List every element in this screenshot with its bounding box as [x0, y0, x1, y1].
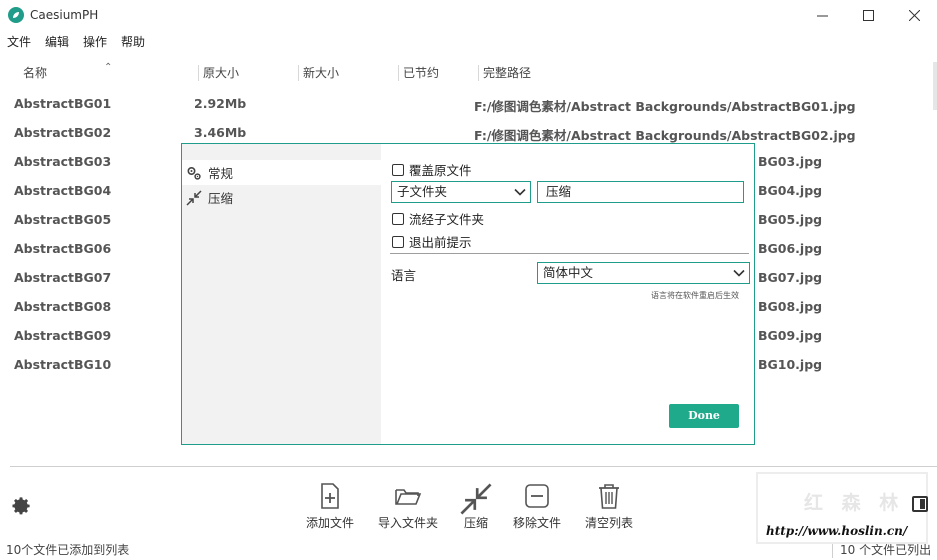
row-name: AbstractBG05 [14, 212, 112, 227]
row-name: AbstractBG02 [14, 125, 112, 140]
remove-file-button[interactable]: 移除文件 [502, 482, 572, 531]
subfolder-name-value: 压缩 [546, 184, 572, 199]
table-header: 名称 ⌃ 原大小 新大小 已节约 完整路径 [0, 60, 937, 86]
column-header-original-size[interactable]: 原大小 [203, 60, 239, 86]
output-mode-value: 子文件夹 [397, 184, 448, 199]
title-bar: CaesiumPH [0, 0, 937, 30]
clear-list-button[interactable]: 清空列表 [574, 482, 644, 531]
done-button[interactable]: Done [669, 404, 739, 428]
prompt-on-exit-option[interactable]: 退出前提示 [392, 232, 472, 251]
close-icon[interactable] [891, 0, 937, 30]
language-value: 简体中文 [543, 265, 594, 280]
menu-help[interactable]: 帮助 [121, 32, 145, 52]
row-name: AbstractBG07 [14, 270, 112, 285]
scan-subfolders-option[interactable]: 流经子文件夹 [392, 209, 484, 228]
column-header-new-size[interactable]: 新大小 [303, 60, 339, 86]
overwrite-checkbox[interactable] [392, 163, 404, 176]
settings-nav: 常规 压缩 [182, 144, 381, 444]
trash-icon [599, 484, 619, 509]
settings-dialog: 常规 压缩 覆盖原文件 子文件夹 压缩 流经子文件夹 退出前提示 语言 简体中文… [181, 143, 755, 445]
table-row[interactable]: AbstractBG01 2.92Mb F:/修图调色素材/Abstract B… [0, 90, 937, 119]
row-original-size: 3.46Mb [194, 125, 247, 140]
nav-compression-label: 压缩 [208, 191, 234, 206]
remove-file-label: 移除文件 [512, 516, 561, 530]
folder-open-icon [395, 489, 422, 505]
chevron-down-icon [514, 188, 526, 196]
output-mode-select[interactable]: 子文件夹 [391, 181, 531, 203]
settings-gear-icon[interactable] [10, 495, 32, 517]
add-file-label: 添加文件 [305, 516, 354, 530]
column-header-name[interactable]: 名称 [23, 60, 47, 86]
column-header-saved[interactable]: 已节约 [403, 60, 439, 86]
row-path: BG04.jpg [758, 183, 823, 198]
menu-bar: 文件 编辑 操作 帮助 [0, 32, 159, 52]
divider [10, 466, 937, 467]
clear-list-label: 清空列表 [584, 516, 633, 530]
row-name: AbstractBG04 [14, 183, 112, 198]
window-controls [799, 0, 937, 30]
row-name: AbstractBG03 [14, 154, 112, 169]
sidebar-toggle-icon[interactable] [912, 496, 928, 512]
chevron-down-icon [733, 269, 745, 277]
language-label: 语言 [391, 268, 417, 283]
subfolder-name-input[interactable]: 压缩 [537, 181, 744, 203]
nav-general[interactable]: 常规 [182, 160, 381, 185]
column-divider[interactable] [478, 65, 479, 81]
row-name: AbstractBG10 [14, 357, 112, 372]
row-name: AbstractBG06 [14, 241, 112, 256]
compress-arrows-icon [186, 189, 202, 206]
row-path: F:/修图调色素材/Abstract Backgrounds/AbstractB… [474, 128, 856, 143]
scan-subfolders-label: 流经子文件夹 [409, 212, 485, 227]
compress-arrows-icon [460, 483, 492, 515]
menu-edit[interactable]: 编辑 [45, 32, 69, 52]
scan-subfolders-checkbox[interactable] [392, 212, 404, 225]
row-path: BG06.jpg [758, 241, 823, 256]
minus-box-icon [525, 484, 549, 508]
watermark: 红 森 林 http://www.hoslin.cn/ [756, 472, 928, 544]
column-divider[interactable] [198, 65, 199, 81]
add-file-button[interactable]: 添加文件 [295, 482, 365, 531]
column-header-full-path[interactable]: 完整路径 [483, 60, 531, 86]
dialog-divider [390, 253, 749, 254]
prompt-on-exit-label: 退出前提示 [409, 235, 472, 250]
import-folder-button[interactable]: 导入文件夹 [373, 482, 443, 531]
nav-compression[interactable]: 压缩 [182, 185, 381, 210]
compress-label: 压缩 [463, 516, 488, 530]
row-path: BG05.jpg [758, 212, 823, 227]
status-message: 10个文件已添加到列表 [6, 543, 130, 557]
row-path: BG09.jpg [758, 328, 823, 343]
prompt-on-exit-checkbox[interactable] [392, 235, 404, 248]
row-name: AbstractBG01 [14, 96, 112, 111]
gears-icon [187, 166, 201, 180]
column-divider[interactable] [398, 65, 399, 81]
file-plus-icon [321, 483, 339, 509]
menu-action[interactable]: 操作 [83, 32, 107, 52]
window-title: CaesiumPH [30, 8, 99, 22]
nav-general-label: 常规 [208, 166, 234, 181]
overwrite-option[interactable]: 覆盖原文件 [392, 160, 472, 179]
language-select[interactable]: 简体中文 [537, 262, 750, 284]
row-name: AbstractBG09 [14, 328, 112, 343]
minimize-icon[interactable] [799, 0, 845, 30]
column-divider[interactable] [298, 65, 299, 81]
watermark-url: http://www.hoslin.cn/ [766, 524, 908, 538]
sort-ascending-icon: ⌃ [104, 62, 113, 73]
row-path: BG07.jpg [758, 270, 823, 285]
language-hint: 语言将在软件重启后生效 [651, 291, 739, 300]
import-folder-label: 导入文件夹 [377, 516, 438, 530]
caesium-leaf-icon [8, 7, 24, 23]
row-path: BG03.jpg [758, 154, 823, 169]
row-path: BG08.jpg [758, 299, 823, 314]
row-name: AbstractBG08 [14, 299, 112, 314]
row-original-size: 2.92Mb [194, 96, 247, 111]
menu-file[interactable]: 文件 [7, 32, 31, 52]
maximize-icon[interactable] [845, 0, 891, 30]
compress-button[interactable]: 压缩 [441, 482, 511, 531]
row-path: F:/修图调色素材/Abstract Backgrounds/AbstractB… [474, 99, 856, 114]
row-path: BG10.jpg [758, 357, 823, 372]
overwrite-label: 覆盖原文件 [409, 163, 472, 178]
watermark-title: 红 森 林 [804, 492, 905, 514]
